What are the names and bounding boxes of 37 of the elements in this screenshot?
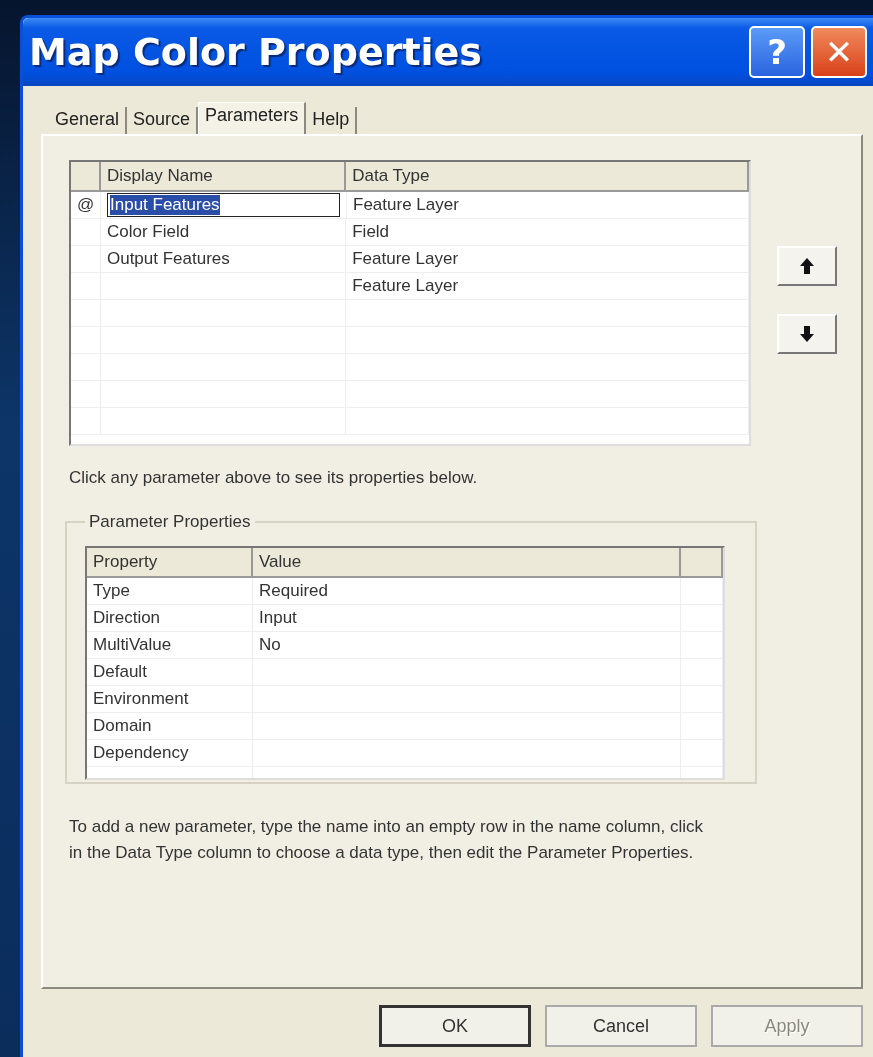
table-cell: Required	[259, 581, 328, 601]
column-header[interactable]: Display Name	[100, 162, 347, 192]
hint-text: Click any parameter above to see its properties below.	[69, 468, 479, 488]
row-marker: @	[77, 195, 95, 215]
table-cell: Color Field	[106, 222, 190, 242]
dialog-button[interactable]: OK	[379, 1005, 531, 1047]
column-header	[71, 162, 101, 192]
name-input-field[interactable]: Input Features	[107, 193, 340, 217]
down-arrow-icon	[800, 326, 814, 342]
move-down-button[interactable]	[777, 314, 837, 354]
column-header[interactable]: Data Type	[346, 162, 749, 192]
table-cell: Field	[352, 222, 390, 242]
group-title: Parameter Properties	[88, 512, 252, 532]
table-cell: Default	[93, 662, 147, 682]
table-cell: Direction	[93, 608, 161, 628]
window-title: Map Color Properties	[29, 30, 483, 74]
move-up-button[interactable]	[777, 246, 837, 286]
table-cell: MultiValue	[93, 635, 172, 655]
table-cell: Type	[93, 581, 130, 601]
table-cell: Environment	[93, 689, 189, 709]
selected-text: Input Features	[110, 195, 220, 215]
help-button[interactable]: ?	[749, 26, 805, 78]
tab[interactable]: Parameters	[198, 102, 307, 134]
table-cell: Feature Layer	[353, 195, 459, 215]
column-header	[681, 548, 723, 578]
dialog-button[interactable]: Cancel	[545, 1005, 697, 1047]
table-cell: Feature Layer	[352, 276, 459, 296]
column-header[interactable]: Value	[253, 548, 681, 578]
up-arrow-icon	[800, 258, 814, 274]
instructions-text: To add a new parameter, type the name into an empty row in the name column, click in the Data Type column to choose a data type, then edit the Parameter Properties.	[69, 816, 705, 864]
table-cell: No	[259, 635, 281, 655]
table-cell: Output Features	[106, 249, 230, 269]
table-cell: Domain	[93, 716, 152, 736]
table-cell: Dependency	[93, 743, 189, 763]
table-cell: Input	[259, 608, 297, 628]
column-header[interactable]: Property	[87, 548, 253, 578]
table-cell: Feature Layer	[352, 249, 459, 269]
